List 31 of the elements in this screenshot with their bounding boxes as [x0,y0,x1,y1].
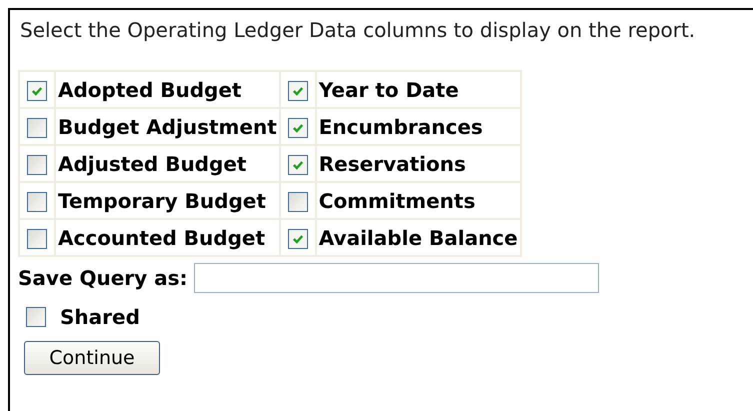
column-label: Available Balance [318,226,518,250]
column-label: Accounted Budget [58,226,266,250]
check-icon [31,85,43,98]
continue-button[interactable]: Continue [24,341,160,375]
instruction-text: Select the Operating Ledger Data columns to display on the report. [20,18,696,42]
column-label: Temporary Budget [58,188,266,212]
check-icon [292,233,304,246]
checkbox-label: Shared [60,305,140,329]
checkbox[interactable] [26,307,46,327]
checkbox[interactable] [27,81,47,102]
checkbox[interactable] [288,155,308,176]
column-label: Commitments [318,188,476,212]
checkbox[interactable] [288,229,308,250]
column-label: Reservations [318,152,466,176]
checkbox[interactable] [27,118,47,138]
column-label: Adjusted Budget [58,152,246,176]
check-icon [292,122,304,134]
check-icon [292,85,304,98]
checkbox[interactable] [288,81,308,102]
checkbox[interactable] [27,229,47,250]
checkbox[interactable] [288,118,308,138]
field-label: Save Query as: [18,266,188,290]
checkbox[interactable] [288,192,308,212]
column-label: Adopted Budget [58,78,242,102]
column-label: Encumbrances [318,114,483,138]
checkbox[interactable] [27,192,47,212]
check-icon [292,159,304,172]
checkbox[interactable] [27,155,47,176]
column-label: Year to Date [318,78,459,102]
column-label: Budget Adjustment [58,114,277,138]
query-name-field[interactable] [194,263,599,293]
